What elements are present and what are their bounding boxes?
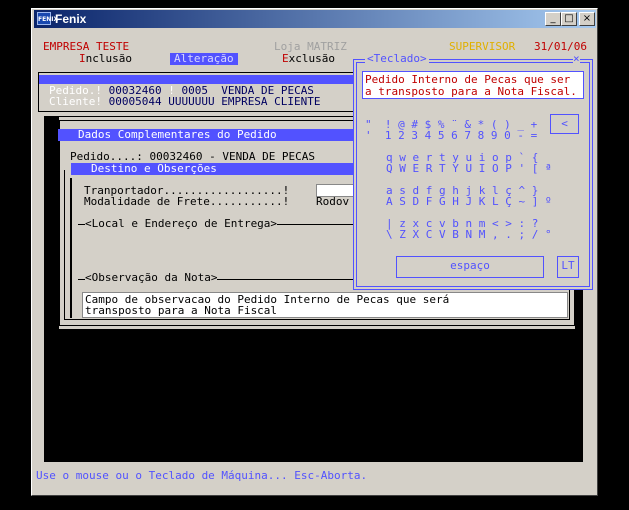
menu-exclusao-label: xclusão <box>288 52 335 65</box>
space-key[interactable]: espaço <box>396 256 544 278</box>
cliente-desc: UUUUUUU EMPRESA CLIENTE <box>168 95 321 108</box>
cliente-line: Cliente! 00005044 UUUUUUU EMPRESA CLIENT… <box>49 96 321 108</box>
keys-row-4-shift[interactable]: \ Z X C V B N M , . ; / ° <box>386 229 552 241</box>
menu-inclusao-hotkey: I <box>79 52 86 65</box>
modalidade-label: Modalidade de Frete...........! <box>84 195 290 208</box>
cliente-label: Cliente! <box>49 95 102 108</box>
keyboard-close-icon[interactable]: × <box>573 53 580 65</box>
keyboard-title: <Teclado> <box>365 52 429 65</box>
modalidade-value[interactable]: Rodov <box>316 196 349 208</box>
keys-row-3-shift[interactable]: A S D F G H J K L Ç ~ ] º <box>386 196 552 208</box>
obs-text-line-2: transposto para a Nota Fiscal <box>85 304 278 317</box>
app-icon: FENIX <box>37 12 58 25</box>
complementares-title: Dados Complementares do Pedido <box>58 129 354 141</box>
maximize-button[interactable]: □ <box>561 12 577 26</box>
keys-row-1[interactable]: ' 1 2 3 4 5 6 7 8 9 0 - = <box>365 130 537 142</box>
minimize-button[interactable]: _ <box>545 12 561 26</box>
obs-title: <Observação da Nota> <box>85 271 218 284</box>
local-title: <Local e Endereço de Entrega> <box>85 217 278 230</box>
destino-left-line <box>70 178 72 318</box>
destino-title: Destino e Obserções <box>71 163 354 175</box>
menu-inclusao[interactable]: Inclusão <box>79 53 132 65</box>
order-info-bar <box>39 75 353 84</box>
left-shadow <box>44 116 59 336</box>
cliente-code: 00005044 <box>108 95 162 108</box>
lt-key[interactable]: LT <box>557 256 579 278</box>
close-button[interactable]: × <box>579 12 595 26</box>
menu-alteracao[interactable]: Alteração <box>170 53 238 65</box>
status-bar: Use o mouse ou o Teclado de Máquina... E… <box>36 469 368 482</box>
window-title: Fenix <box>55 12 87 26</box>
keys-row-2-shift[interactable]: Q W E R T Y U I O P ' [ ª <box>386 163 552 175</box>
menu-exclusao[interactable]: Exclusão <box>282 53 335 65</box>
backspace-key[interactable]: < <box>550 114 579 134</box>
empty-workspace <box>44 330 583 462</box>
title-bar[interactable] <box>34 10 596 28</box>
menu-exclusao-hotkey: E <box>282 52 289 65</box>
user-name: SUPERVISOR <box>449 40 516 53</box>
keyboard-preview-line-2: a transposto para a Nota Fiscal. <box>365 85 577 98</box>
menu-inclusao-label: nclusão <box>85 52 132 65</box>
